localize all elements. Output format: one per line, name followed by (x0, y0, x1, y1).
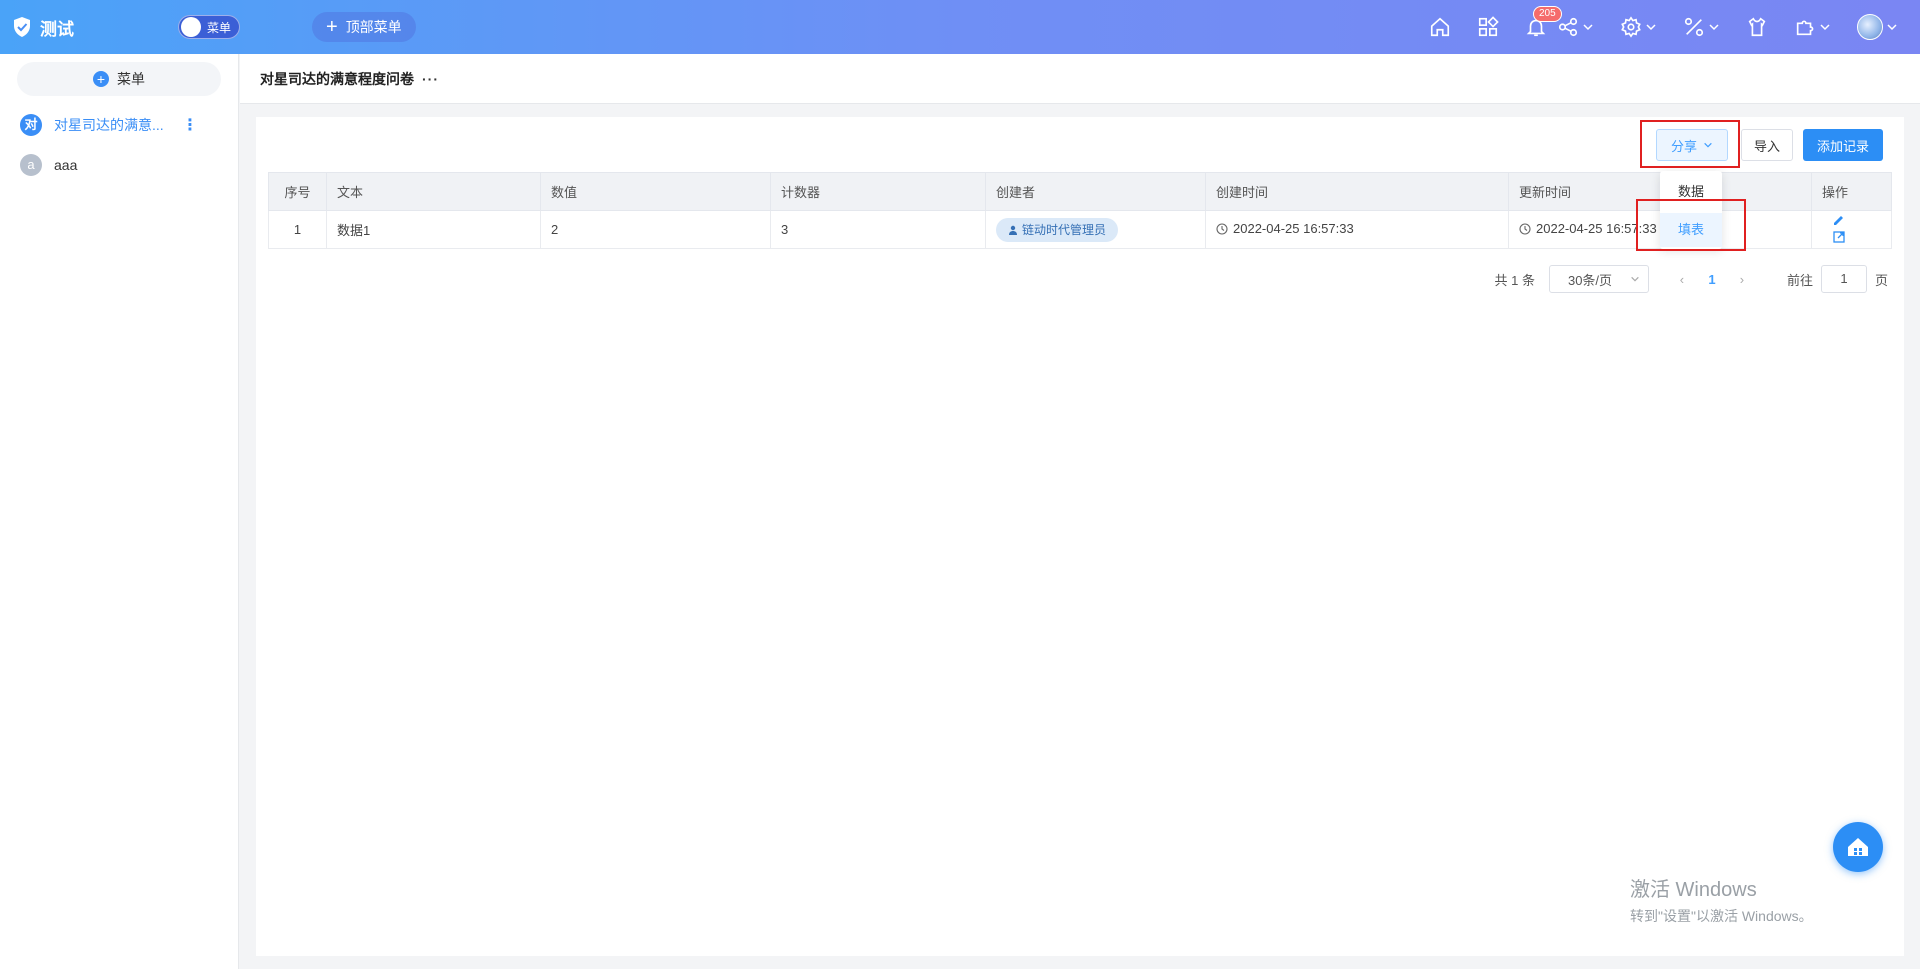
creator-name: 链动时代管理员 (1022, 223, 1107, 237)
clock-icon (1216, 223, 1228, 235)
sidebar-item-aaa[interactable]: a aaa (20, 154, 220, 176)
apps-grid-icon (1478, 16, 1499, 37)
page-suffix: 页 (1874, 272, 1888, 288)
pager-total: 共 1 条 (1494, 272, 1535, 288)
chevron-down-icon (1709, 24, 1719, 31)
notification-button[interactable]: 205 (1525, 6, 1562, 38)
sidebar-item-label: aaa (54, 157, 78, 173)
created-time: 2022-04-25 16:57:33 (1233, 221, 1354, 237)
shirt-icon (1748, 17, 1766, 37)
cell-value: 2 (540, 210, 771, 249)
toggle-knob (181, 17, 201, 37)
goto-page-input[interactable]: 1 (1820, 265, 1867, 293)
content-card: 分享 导入 添加记录 序号 文本 数值 计数器 创建者 创建时间 更新时间 操作… (256, 117, 1904, 956)
creator-tag: 链动时代管理员 (996, 217, 1119, 242)
watermark-line1: 激活 Windows (1630, 879, 1757, 901)
home-icon (1430, 17, 1450, 37)
more-vertical-icon[interactable]: ⋮ (182, 115, 198, 135)
home-button[interactable] (1429, 16, 1451, 38)
col-header-index: 序号 (268, 172, 327, 211)
toggle-label: 菜单 (207, 20, 232, 35)
add-menu-button[interactable]: + 菜单 (17, 62, 221, 96)
chevron-down-icon (1887, 24, 1897, 31)
top-icon-bar: 205 (1429, 0, 1920, 54)
highlight-box-form (1636, 199, 1746, 251)
highlight-box-share (1640, 120, 1740, 168)
chevron-down-icon (1820, 24, 1830, 31)
col-header-value: 数值 (540, 172, 771, 211)
page-number-current[interactable]: 1 (1697, 272, 1727, 287)
theme-button[interactable] (1746, 16, 1768, 38)
puzzle-icon (1796, 20, 1814, 36)
sidebar-item-survey[interactable]: 对 对星司达的满意... ⋮ (20, 114, 220, 136)
shield-check-icon (14, 17, 30, 37)
user-icon (1009, 225, 1017, 235)
sidebar-item-avatar: 对 (20, 114, 42, 136)
apps-button[interactable] (1477, 16, 1499, 38)
tools-menu[interactable] (1683, 16, 1720, 38)
house-icon (1848, 838, 1868, 856)
add-record-button[interactable]: 添加记录 (1803, 129, 1883, 161)
sidebar-item-label: 对星司达的满意... (54, 117, 164, 133)
more-horizontal-icon[interactable]: ··· (422, 71, 439, 87)
goto-label: 前往 (1786, 272, 1813, 288)
cell-text: 数据1 (326, 210, 541, 249)
page-title: 对星司达的满意程度问卷 (260, 70, 414, 87)
chevron-down-icon (1631, 276, 1639, 282)
chevron-down-icon (1646, 24, 1656, 31)
clock-icon (1519, 223, 1531, 235)
col-header-text: 文本 (326, 172, 541, 211)
sidebar-item-avatar: a (20, 154, 42, 176)
top-menu-label: 顶部菜单 (345, 19, 402, 35)
col-header-creator: 创建者 (985, 172, 1206, 211)
windows-activation-watermark: 激活 Windows 转到"设置"以激活 Windows。 (1630, 873, 1813, 926)
cell-counter: 3 (770, 210, 986, 249)
page-header: 对星司达的满意程度问卷 ··· (240, 54, 1920, 104)
cell-created: 2022-04-25 16:57:33 (1205, 210, 1509, 249)
settings-menu[interactable] (1620, 16, 1657, 38)
chevron-down-icon (1583, 24, 1593, 31)
page-size-select[interactable]: 30条/页 (1548, 265, 1649, 293)
menu-toggle[interactable]: 菜单 (178, 15, 240, 39)
user-avatar (1857, 14, 1883, 40)
plus-circle-icon: + (93, 71, 109, 87)
import-button[interactable]: 导入 (1741, 129, 1793, 161)
sidebar: + 菜单 对 对星司达的满意... ⋮ a aaa (0, 54, 239, 969)
plugins-menu[interactable] (1794, 16, 1831, 38)
pagination: 共 1 条 30条/页 ‹ 1 › 前往 1 页 (1494, 265, 1888, 293)
share-menu-top[interactable] (1557, 16, 1594, 38)
top-menu-button[interactable]: + 顶部菜单 (312, 12, 416, 42)
gear-icon (1621, 16, 1641, 38)
tools-icon (1684, 17, 1704, 37)
next-page-button[interactable]: › (1727, 272, 1757, 287)
open-detail-icon[interactable] (1832, 230, 1846, 244)
plus-icon: + (326, 16, 338, 38)
cell-creator: 链动时代管理员 (985, 210, 1206, 249)
watermark-line2: 转到"设置"以激活 Windows。 (1630, 908, 1813, 924)
app-title: 测试 (40, 19, 74, 39)
share-icon (1558, 17, 1578, 37)
brand[interactable]: 测试 (12, 15, 162, 40)
cell-actions (1811, 210, 1892, 249)
edit-icon[interactable] (1832, 213, 1846, 227)
col-header-counter: 计数器 (770, 172, 986, 211)
floating-home-button[interactable] (1833, 822, 1883, 872)
page-size-value: 30条/页 (1567, 272, 1613, 288)
col-header-actions: 操作 (1811, 172, 1892, 211)
col-header-created: 创建时间 (1205, 172, 1509, 211)
prev-page-button[interactable]: ‹ (1667, 272, 1697, 287)
top-bar: 测试 菜单 + 顶部菜单 205 (0, 0, 1920, 54)
cell-index: 1 (268, 210, 327, 249)
user-menu[interactable] (1857, 14, 1898, 40)
add-menu-label: 菜单 (117, 71, 145, 87)
